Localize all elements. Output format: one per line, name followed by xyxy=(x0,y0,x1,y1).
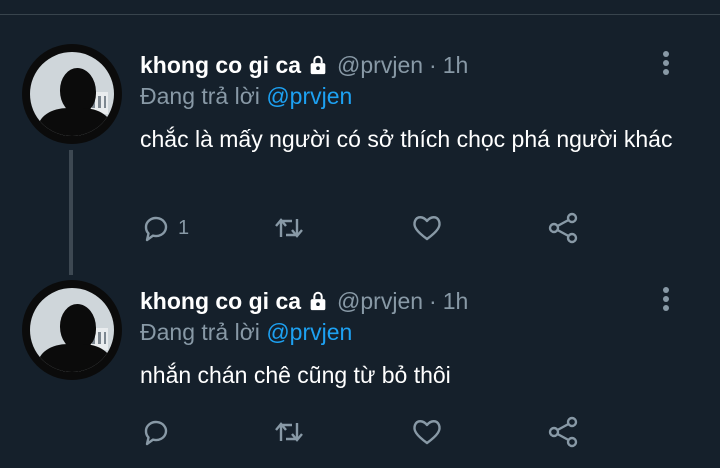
heart-icon xyxy=(413,216,441,241)
lock-icon xyxy=(310,55,326,75)
separator-dot: · xyxy=(429,51,437,78)
share-button[interactable] xyxy=(546,210,580,246)
reply-button[interactable]: 1 xyxy=(140,210,189,246)
separator-dot: · xyxy=(429,287,437,314)
tweet[interactable]: khong co gi ca @prvjen · 1h Đang trả lời… xyxy=(0,40,720,275)
user-handle[interactable]: @prvjen xyxy=(337,52,423,79)
tweet-text: chắc là mấy người có sở thích chọc phá n… xyxy=(140,126,673,152)
like-button[interactable] xyxy=(410,414,444,450)
replying-to-label: Đang trả lời xyxy=(140,83,260,109)
reply-count: 1 xyxy=(178,216,190,239)
like-button[interactable] xyxy=(410,210,444,246)
top-divider xyxy=(0,14,720,15)
share-button[interactable] xyxy=(546,414,580,450)
reply-icon xyxy=(144,420,168,446)
lock-icon xyxy=(310,291,326,311)
share-icon xyxy=(548,416,578,448)
reply-button[interactable] xyxy=(140,414,178,450)
replying-to: Đang trả lời @prvjen xyxy=(140,319,352,346)
tweet-header: khong co gi ca @prvjen · 1h xyxy=(140,286,468,316)
more-vertical-icon[interactable] xyxy=(656,286,676,312)
replying-to-handle[interactable]: @prvjen xyxy=(266,83,352,109)
display-name[interactable]: khong co gi ca xyxy=(140,288,301,315)
more-vertical-icon[interactable] xyxy=(656,50,676,76)
timestamp[interactable]: 1h xyxy=(443,52,469,79)
avatar[interactable] xyxy=(22,44,122,144)
replying-to: Đang trả lời @prvjen xyxy=(140,83,352,110)
timestamp[interactable]: 1h xyxy=(443,288,469,315)
user-handle[interactable]: @prvjen xyxy=(337,288,423,315)
tweet[interactable]: khong co gi ca @prvjen · 1h Đang trả lời… xyxy=(0,276,720,466)
heart-icon xyxy=(413,420,441,445)
retweet-button[interactable] xyxy=(272,414,306,450)
retweet-icon xyxy=(275,218,303,238)
tweet-actions xyxy=(140,414,600,450)
reply-icon xyxy=(144,216,168,242)
avatar[interactable] xyxy=(22,280,122,380)
thread-connector-line xyxy=(69,150,73,275)
tweet-actions: 1 xyxy=(140,210,600,246)
display-name[interactable]: khong co gi ca xyxy=(140,52,301,79)
tweet-text: nhắn chán chê cũng từ bỏ thôi xyxy=(140,362,451,388)
retweet-button[interactable] xyxy=(272,210,306,246)
share-icon xyxy=(548,212,578,244)
retweet-icon xyxy=(275,422,303,442)
replying-to-handle[interactable]: @prvjen xyxy=(266,319,352,345)
replying-to-label: Đang trả lời xyxy=(140,319,260,345)
tweet-header: khong co gi ca @prvjen · 1h xyxy=(140,50,468,80)
